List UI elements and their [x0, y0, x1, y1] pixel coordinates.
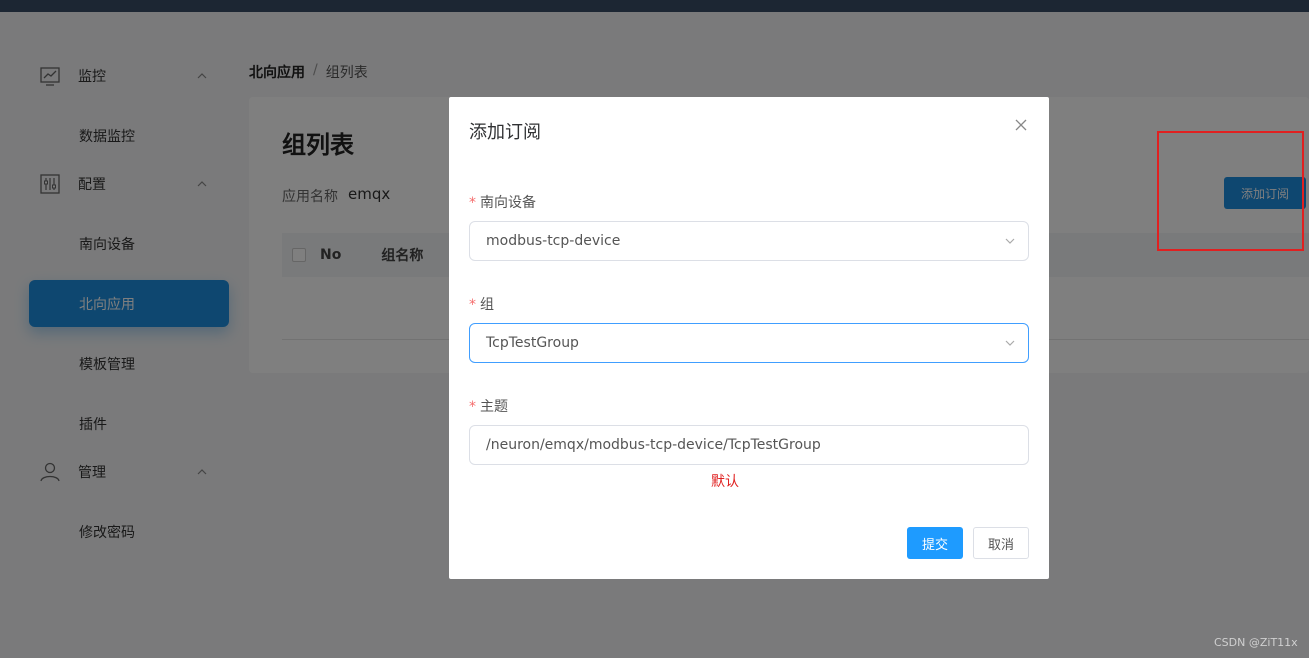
- chevron-down-icon: [1005, 238, 1015, 244]
- topic-label-text: 主题: [480, 399, 508, 415]
- required-asterisk: *: [469, 399, 476, 415]
- topic-field-label: * 主题: [469, 396, 508, 416]
- submit-button[interactable]: 提交: [907, 527, 963, 559]
- device-label-text: 南向设备: [480, 195, 536, 211]
- watermark: CSDN @ZiT11x: [1214, 636, 1298, 649]
- device-field-label: * 南向设备: [469, 192, 536, 212]
- default-topic-link[interactable]: 默认: [711, 471, 739, 491]
- topic-input[interactable]: /neuron/emqx/modbus-tcp-device/TcpTestGr…: [469, 425, 1029, 465]
- topic-input-value: /neuron/emqx/modbus-tcp-device/TcpTestGr…: [486, 437, 821, 453]
- required-asterisk: *: [469, 195, 476, 211]
- required-asterisk: *: [469, 297, 476, 313]
- group-label-text: 组: [480, 297, 494, 313]
- dialog-title: 添加订阅: [469, 122, 541, 143]
- device-select-value: modbus-tcp-device: [486, 233, 621, 249]
- annotation-highlight-box: [1157, 131, 1304, 251]
- close-icon[interactable]: [1013, 117, 1029, 133]
- chevron-down-icon: [1005, 340, 1015, 346]
- device-select[interactable]: modbus-tcp-device: [469, 221, 1029, 261]
- group-field-label: * 组: [469, 294, 494, 314]
- add-subscription-dialog: 添加订阅 * 南向设备 modbus-tcp-device * 组 TcpTestG…: [449, 97, 1049, 579]
- top-header-bar: [0, 0, 1309, 12]
- group-select-value: TcpTestGroup: [486, 335, 579, 351]
- cancel-button[interactable]: 取消: [973, 527, 1029, 559]
- group-select[interactable]: TcpTestGroup: [469, 323, 1029, 363]
